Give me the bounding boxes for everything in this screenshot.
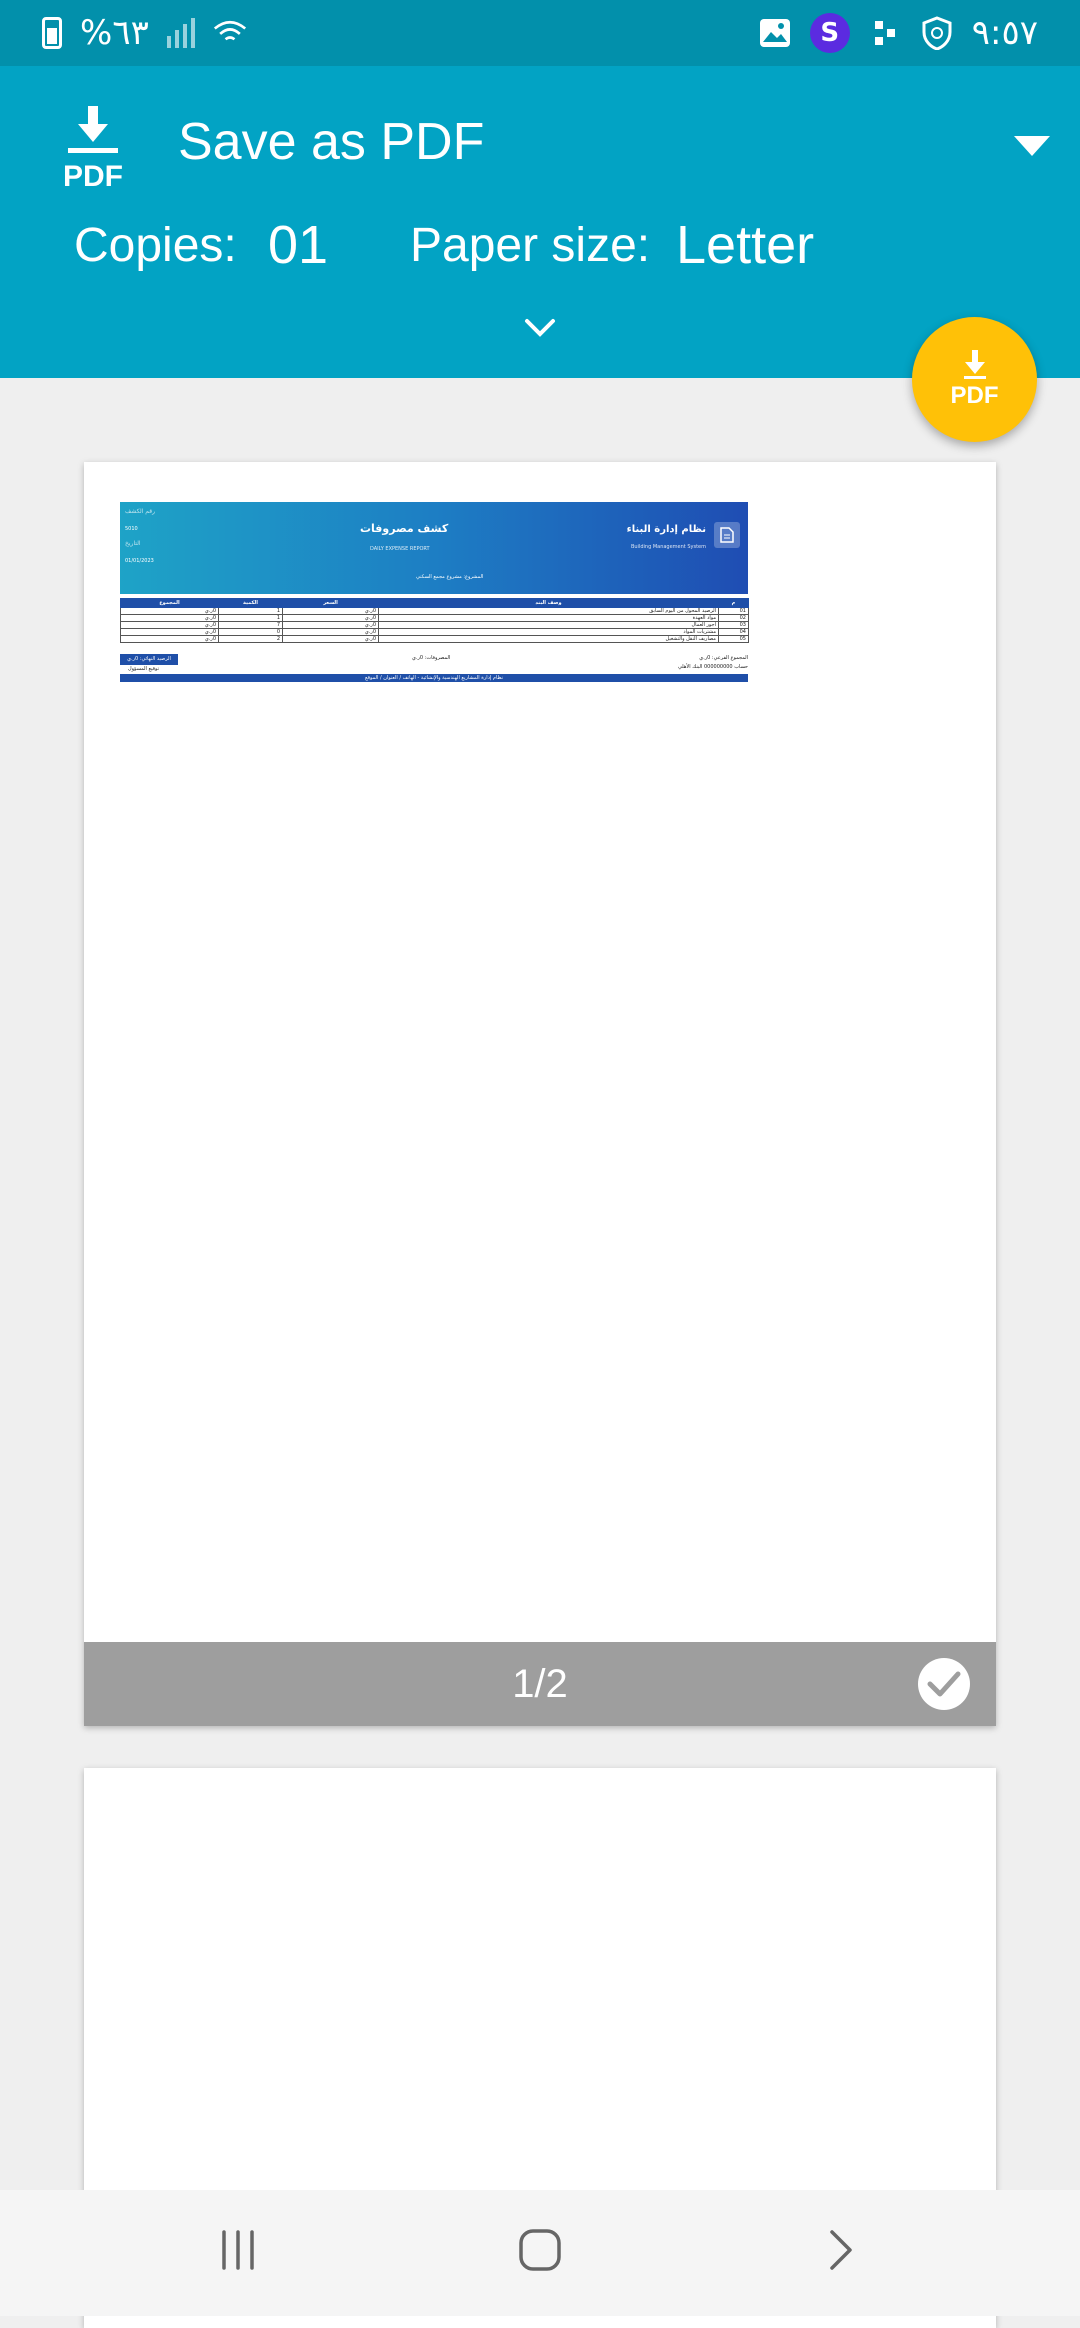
doc-report-title: كشف مصروفات xyxy=(360,522,449,535)
doc-cell: 0ر.ي xyxy=(282,621,379,629)
doc-final-balance: الرصيد النهائي: 0ر.ي xyxy=(120,654,178,665)
doc-cell: 0ر.ي xyxy=(282,635,379,643)
doc-table-row: 04 مشتريات المواد 0ر.ي 0 0ر.ي xyxy=(120,628,749,636)
doc-cell: 0 xyxy=(218,628,283,636)
doc-cell: أجور العمال xyxy=(378,621,719,629)
doc-cell: 03 xyxy=(718,621,749,629)
doc-cell: مواد العهدة xyxy=(378,614,719,622)
doc-cell: 02 xyxy=(718,614,749,622)
app-notification-icon: S xyxy=(809,13,850,53)
recent-apps-icon[interactable] xyxy=(216,2228,260,2276)
pdf-download-icon: PDF xyxy=(58,104,128,194)
page-footer: 1/2 xyxy=(84,1642,996,1726)
paper-size-value[interactable]: Letter xyxy=(676,214,814,276)
doc-cell: مشتريات المواد xyxy=(378,628,719,636)
doc-cell: 0ر.ي xyxy=(120,621,219,629)
doc-table-row: 05 مصاريف النقل والتشغيل 0ر.ي 2 0ر.ي xyxy=(120,635,749,643)
doc-meta-date-label: التاريخ xyxy=(125,540,141,547)
battery-icon xyxy=(42,17,62,49)
doc-meta-no-value: 5010 xyxy=(125,526,138,532)
doc-cell: 01 xyxy=(718,607,749,615)
doc-footer: نظام إدارة المشاريع الهندسية والإنشائية … xyxy=(120,674,748,682)
battery-level: %٦٣ xyxy=(80,13,149,53)
doc-cell: 1 xyxy=(218,614,283,622)
doc-expense-table: م وصف البند السعر الكمية المجموع 01 الرص… xyxy=(120,598,749,643)
doc-meta-date-value: 01/01/2023 xyxy=(125,558,154,564)
doc-cell: 0ر.ي xyxy=(282,628,379,636)
paper-size-label: Paper size: xyxy=(410,219,651,272)
doc-col-header: المجموع xyxy=(120,598,219,608)
status-left: %٦٣ xyxy=(42,13,247,53)
doc-project-line: المشروع: مشروع مجمع السكني xyxy=(416,574,484,580)
doc-cell: 7 xyxy=(218,621,283,629)
doc-report-subtitle: DAILY EXPENSE REPORT xyxy=(370,546,430,552)
doc-col-header: وصف البند xyxy=(378,598,719,608)
doc-cell: الرصيد المحول من اليوم السابق xyxy=(378,607,719,615)
document-icon xyxy=(714,522,740,548)
doc-subtotal: المجموع الفرعي: 0ر.ي xyxy=(699,655,748,661)
expand-options-chevron-icon[interactable] xyxy=(524,318,556,342)
doc-cell: 04 xyxy=(718,628,749,636)
status-right: S ٩:٥٧ xyxy=(758,13,1038,53)
doc-account: حساب 000000000 البنك الأهلي xyxy=(677,664,748,670)
wifi-icon xyxy=(213,16,247,50)
doc-cell: 0ر.ي xyxy=(120,614,219,622)
shield-icon xyxy=(920,16,954,50)
doc-signature: توقيع المسؤول xyxy=(128,666,160,672)
doc-table-row: 02 مواد العهدة 0ر.ي 1 0ر.ي xyxy=(120,614,749,622)
signal-icon xyxy=(166,18,195,48)
doc-expenses: المصروفات: 0ر.ي xyxy=(412,655,451,661)
doc-cell: 0ر.ي xyxy=(282,614,379,622)
download-pdf-button[interactable]: PDF xyxy=(912,317,1037,442)
share-nodes-icon xyxy=(868,16,902,50)
page-preview-1[interactable]: نظام إدارة البناء Building Management Sy… xyxy=(84,462,996,1726)
doc-meta-no-label: رقم الكشف xyxy=(125,508,156,515)
document-banner: نظام إدارة البناء Building Management Sy… xyxy=(120,502,748,594)
doc-cell: 0ر.ي xyxy=(120,607,219,615)
status-bar: %٦٣ S ٩:٥٧ xyxy=(0,0,1080,66)
clock: ٩:٥٧ xyxy=(971,13,1038,53)
doc-col-header: السعر xyxy=(282,598,379,608)
fab-label: PDF xyxy=(950,381,999,409)
print-options-header: PDF Save as PDF Copies: 01 Paper size: L… xyxy=(0,66,1080,378)
printer-dropdown-arrow-icon[interactable] xyxy=(1014,136,1050,156)
doc-cell: 1 xyxy=(218,607,283,615)
doc-col-header: الكمية xyxy=(218,598,283,608)
back-icon[interactable] xyxy=(826,2228,856,2276)
pdf-logo-label: PDF xyxy=(63,160,123,193)
doc-table-header: م وصف البند السعر الكمية المجموع xyxy=(120,598,749,608)
printer-select[interactable]: Save as PDF xyxy=(178,112,484,172)
doc-system-name-en: Building Management System xyxy=(630,544,706,550)
doc-table-row: 01 الرصيد المحول من اليوم السابق 0ر.ي 1 … xyxy=(120,607,749,615)
gallery-icon xyxy=(758,16,792,50)
doc-cell: مصاريف النقل والتشغيل xyxy=(378,635,719,643)
doc-cell: 0ر.ي xyxy=(282,607,379,615)
doc-cell: 05 xyxy=(718,635,749,643)
page-selected-check-icon[interactable] xyxy=(918,1658,970,1710)
copies-value[interactable]: 01 xyxy=(268,214,328,276)
download-icon xyxy=(963,349,986,379)
doc-cell: 0ر.ي xyxy=(120,635,219,643)
copies-label: Copies: xyxy=(74,219,237,272)
doc-col-header: م xyxy=(718,598,749,608)
doc-cell: 0ر.ي xyxy=(120,628,219,636)
doc-cell: 2 xyxy=(218,635,283,643)
doc-table-row: 03 أجور العمال 0ر.ي 7 0ر.ي xyxy=(120,621,749,629)
home-icon[interactable] xyxy=(518,2228,562,2276)
page-indicator: 1/2 xyxy=(512,1661,568,1706)
document-thumbnail: نظام إدارة البناء Building Management Sy… xyxy=(120,502,749,682)
doc-system-name: نظام إدارة البناء xyxy=(626,524,706,535)
system-navigation-bar xyxy=(0,2190,1080,2316)
